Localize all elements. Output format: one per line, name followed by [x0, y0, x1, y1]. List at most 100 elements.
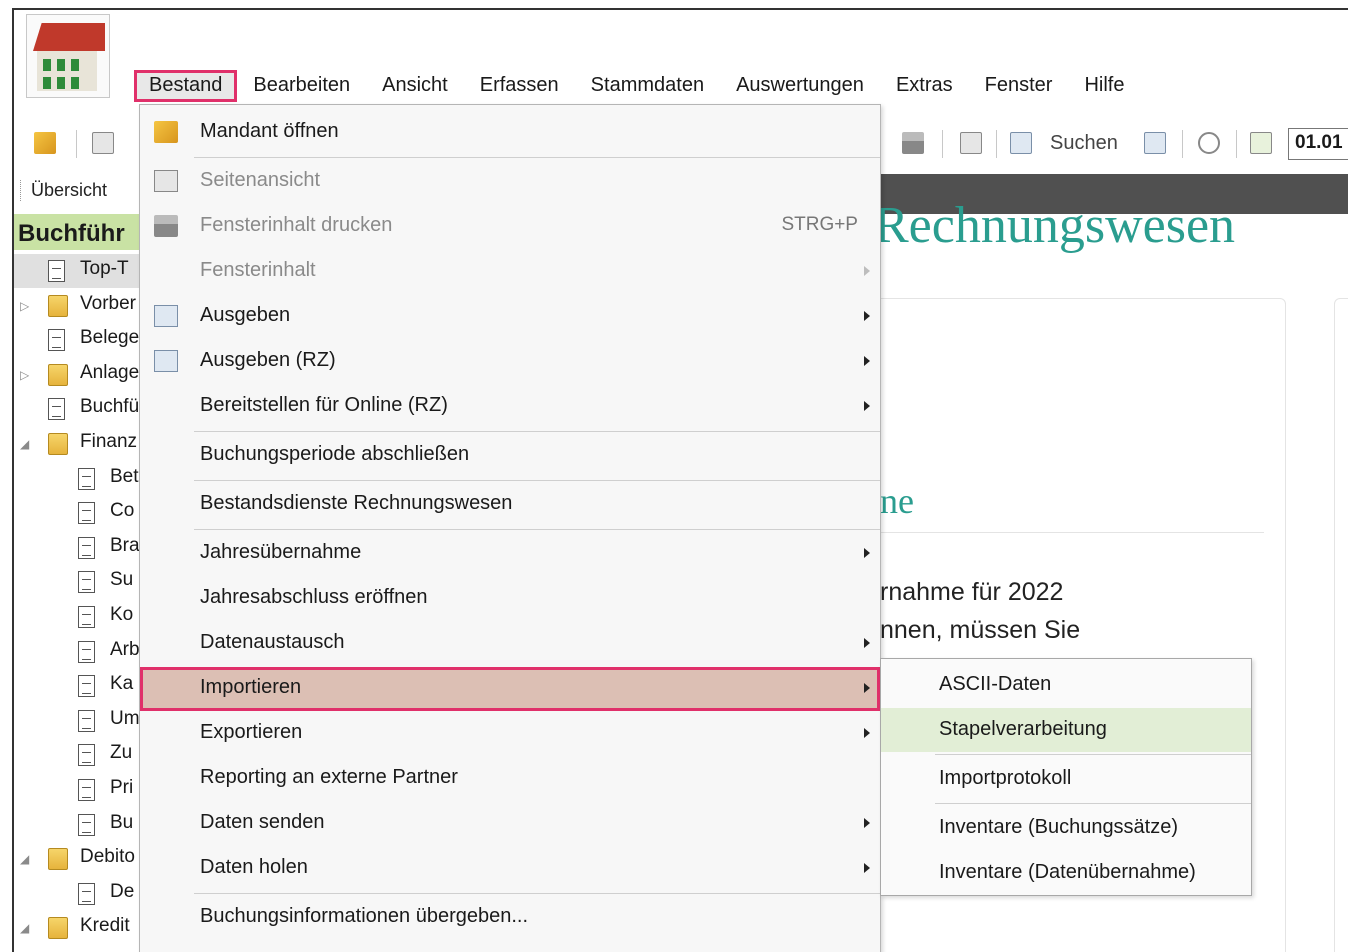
tree-item[interactable]: Ka	[14, 669, 142, 703]
menu-item-fensterinhalt-drucken[interactable]: Fensterinhalt drucken STRG+P	[140, 205, 880, 249]
tab-overview[interactable]: Übersicht	[20, 180, 107, 201]
menu-item-label: Jahresübernahme	[200, 541, 362, 563]
tree-item-label: Bu	[110, 811, 134, 833]
menu-ansicht[interactable]: Ansicht	[366, 70, 464, 102]
tree-item[interactable]: ◢ Kredit	[14, 911, 142, 945]
menu-item-reporting-an-externe-partner[interactable]: Reporting an externe Partner	[140, 757, 880, 801]
menu-item-bereitstellen-für-online-rz[interactable]: Bereitstellen für Online (RZ)	[140, 385, 880, 429]
output-icon	[154, 305, 178, 327]
submenu-item-importprotokoll[interactable]: Importprotokoll	[881, 757, 1251, 801]
expand-toggle-icon[interactable]: ▷	[20, 299, 29, 313]
menu-item-label: Ausgeben (RZ)	[200, 349, 336, 371]
menu-item-jahresübernahme[interactable]: Jahresübernahme	[140, 532, 880, 576]
submenu-arrow-icon	[864, 818, 870, 828]
menu-item-jahresabschluss-eröffnen[interactable]: Jahresabschluss eröffnen	[140, 577, 880, 621]
tree-item[interactable]: De	[14, 877, 142, 911]
submenu-item-inventare-buchungssätze[interactable]: Inventare (Buchungssätze)	[881, 806, 1251, 850]
menu-item-mandant-öffnen[interactable]: Mandant öffnen	[140, 111, 880, 155]
expand-toggle-icon[interactable]: ◢	[20, 921, 29, 935]
menu-hilfe[interactable]: Hilfe	[1068, 70, 1140, 102]
tree-item[interactable]: Top-T	[14, 254, 142, 288]
tree-item[interactable]: Pri	[14, 773, 142, 807]
menu-stammdaten[interactable]: Stammdaten	[575, 70, 720, 102]
document-icon	[78, 779, 95, 801]
expand-toggle-icon[interactable]: ▷	[20, 368, 29, 382]
menu-item-seitenansicht[interactable]: Seitenansicht	[140, 160, 880, 204]
tree-item-label: Anlage	[80, 361, 140, 383]
menu-item-datenaustausch[interactable]: Datenaustausch	[140, 622, 880, 666]
tree-item[interactable]: Ko	[14, 600, 142, 634]
search-icon[interactable]	[1010, 132, 1032, 154]
menu-fenster[interactable]: Fenster	[969, 70, 1069, 102]
menu-item-buchungsinformationen-übergeben[interactable]: Buchungsinformationen übergeben...	[140, 896, 880, 940]
folder-icon	[48, 433, 68, 455]
menu-item-ausgeben-rz[interactable]: Ausgeben (RZ)	[140, 340, 880, 384]
submenu-item-stapelverarbeitung[interactable]: Stapelverarbeitung	[881, 708, 1251, 752]
submenu-item-label: Stapelverarbeitung	[939, 718, 1107, 740]
tree-item-label: Ko	[110, 604, 134, 625]
menu-separator	[935, 754, 1251, 755]
tree-item[interactable]: Bet	[14, 462, 142, 496]
submenu-item-label: Inventare (Datenübernahme)	[939, 861, 1196, 883]
menu-item-daten-holen[interactable]: Daten holen	[140, 847, 880, 891]
menu-bestand[interactable]: Bestand	[134, 70, 238, 102]
tree-item[interactable]: Arb	[14, 635, 142, 669]
menu-bearbeiten[interactable]: Bearbeiten	[237, 70, 366, 102]
tree-item[interactable]: ▷ Anlage	[14, 358, 142, 392]
menu-item-exportieren[interactable]: Exportieren	[140, 712, 880, 756]
menu-item-daten-senden[interactable]: Daten senden	[140, 802, 880, 846]
page-preview-icon	[154, 170, 178, 192]
submenu-arrow-icon	[864, 356, 870, 366]
printer-icon	[154, 215, 178, 237]
menu-item-ausgeben[interactable]: Ausgeben	[140, 295, 880, 339]
search-label[interactable]: Suchen	[1050, 132, 1118, 155]
tree-item[interactable]: Bu	[14, 808, 142, 842]
folder-open-icon	[154, 121, 178, 143]
refresh-icon[interactable]	[1198, 132, 1220, 154]
tree-header: Buchführ	[14, 214, 142, 250]
menu-separator	[194, 157, 880, 158]
submenu-item-inventare-datenübernahme[interactable]: Inventare (Datenübernahme)	[881, 851, 1251, 895]
tree-item[interactable]: Belege	[14, 323, 142, 357]
tree-item[interactable]: ▷ Vorber	[14, 289, 142, 323]
open-folder-icon[interactable]	[34, 132, 56, 154]
document-icon	[78, 571, 95, 594]
tree-item-label: Um	[110, 707, 140, 729]
tree-item-label: Co	[110, 500, 135, 522]
submenu-arrow-icon	[864, 683, 870, 693]
menu-item-bestandsdienste-rechnungswesen[interactable]: Bestandsdienste Rechnungswesen	[140, 483, 880, 527]
expand-toggle-icon[interactable]: ◢	[20, 437, 29, 451]
menu-auswertungen[interactable]: Auswertungen	[720, 70, 880, 102]
document-icon[interactable]	[960, 132, 982, 154]
menu-item-label: Daten holen	[200, 856, 308, 878]
toolbar-separator	[942, 130, 943, 158]
menu-item-label: Fensterinhalt	[200, 259, 316, 281]
submenu-item-ascii-daten[interactable]: ASCII-Daten	[881, 663, 1251, 707]
menu-extras[interactable]: Extras	[880, 70, 969, 102]
tree-item[interactable]: Bra	[14, 531, 142, 565]
tree-item[interactable]: ◢ Debito	[14, 842, 142, 876]
tree-item[interactable]: Su	[14, 565, 142, 599]
export-icon[interactable]	[1250, 132, 1272, 154]
tree-item[interactable]: Zu	[14, 738, 142, 772]
printer-icon[interactable]	[902, 132, 924, 154]
page-preview-icon[interactable]	[92, 132, 114, 154]
tree-item-label: Vorber	[80, 292, 136, 314]
menu-item-label: Buchungsinformationen übergeben...	[200, 905, 529, 927]
shortcut-label: STRG+P	[781, 214, 858, 235]
menu-item-buchungsperiode-abschließen[interactable]: Buchungsperiode abschließen	[140, 434, 880, 478]
tree-item[interactable]: Co	[14, 496, 142, 530]
menu-item-label: Ausgeben	[200, 304, 291, 326]
tree-item[interactable]: ◢ Finanz	[14, 427, 142, 461]
expand-toggle-icon[interactable]: ◢	[20, 852, 29, 866]
menu-item-importieren[interactable]: Importieren	[140, 667, 880, 711]
document-icon	[78, 640, 95, 663]
menu-erfassen[interactable]: Erfassen	[464, 70, 575, 102]
calculator-icon[interactable]	[1144, 132, 1166, 154]
tree-item[interactable]: Buchfü	[14, 392, 142, 426]
date-field[interactable]: 01.01	[1288, 128, 1348, 160]
submenu-arrow-icon	[864, 728, 870, 738]
menu-item-fensterinhalt[interactable]: Fensterinhalt	[140, 250, 880, 294]
bestand-dropdown-menu: Mandant öffnen Seitenansicht Fensterinhalt…	[139, 104, 881, 952]
tree-item[interactable]: Um	[14, 704, 142, 738]
